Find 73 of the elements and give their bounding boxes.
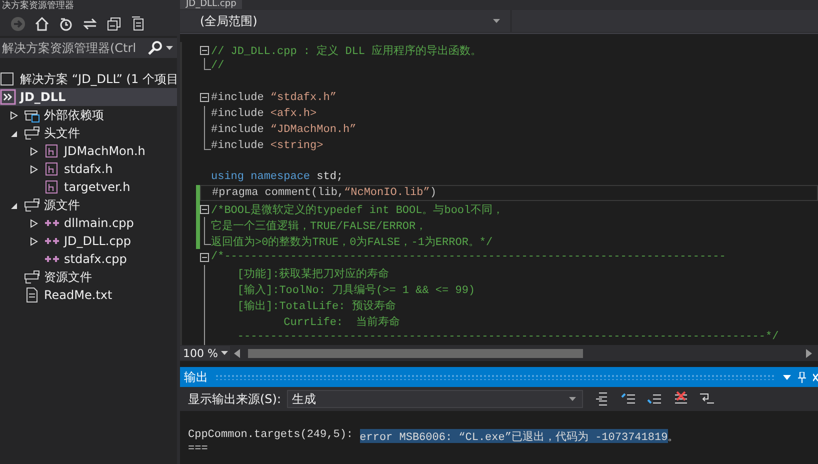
code-line: using namespace std; — [211, 171, 344, 184]
code-line: --------------------------------------------------------------------------------*/ — [236, 331, 779, 344]
caret-icon — [493, 19, 500, 23]
collapse-box-icon[interactable] — [200, 46, 209, 54]
tree-item[interactable]: stdafx.h — [0, 160, 177, 178]
tree-item[interactable]: dllmain.cpp — [0, 214, 177, 232]
tree-item[interactable]: JD_DLL.cpp — [0, 232, 177, 250]
collapse-box-icon[interactable] — [200, 204, 209, 214]
header-icon — [44, 161, 60, 177]
expanded-arrow-icon[interactable] — [10, 200, 18, 210]
code-line: #include “stdafx.h” — [211, 92, 336, 104]
collapse-box-icon[interactable] — [200, 93, 209, 102]
tree-item[interactable]: stdafx.cpp — [0, 250, 177, 268]
code-line: #pragma comment(lib,“NcMonIO.lib”) — [212, 187, 436, 200]
tree-item[interactable]: 外部依赖项 — [0, 106, 177, 124]
output-title-bar: 输出 — [180, 367, 818, 387]
project-icon — [0, 89, 16, 105]
tree-item[interactable]: 解决方案 “JD_DLL” (1 个项目 — [0, 70, 177, 88]
history-icon[interactable] — [58, 16, 74, 32]
output-text: CppCommon.targets(249,5): — [188, 429, 354, 443]
tree-item[interactable]: 头文件 — [0, 124, 177, 142]
selected-text: error MSB6006: “CL.exe”已退出，代码为 -1073741819 — [360, 429, 668, 443]
source-dropdown[interactable]: 生成 — [287, 390, 584, 408]
caret-icon — [220, 351, 228, 355]
pin-icon[interactable] — [798, 372, 806, 382]
code-line: [功能]:获取某把刀对应的寿命 — [236, 266, 390, 281]
code-line: #include <afx.h> — [211, 108, 317, 120]
tree-item[interactable]: JD_DLL — [0, 88, 177, 106]
caret-icon — [569, 397, 576, 401]
code-line: CurrLife: 当前寿命 — [282, 315, 400, 329]
code-line: /*---------------------------------------------------------------------------- — [211, 251, 726, 264]
collapse-box-icon[interactable] — [200, 252, 209, 262]
tree-item[interactable]: 资源文件 — [0, 268, 177, 286]
code-line: [输入]:ToolNo: 刀具编号(>= 1 && <= 99) — [236, 283, 476, 297]
tree-item[interactable]: ReadMe.txt — [0, 286, 177, 304]
output-text: 。 — [668, 431, 679, 443]
folder-icon — [24, 125, 40, 141]
code-line: // — [211, 60, 224, 72]
code-line: [输出]:TotalLife: 预设寿命 — [236, 299, 396, 313]
expanded-arrow-icon[interactable] — [10, 128, 18, 138]
zoom-dropdown[interactable]: 100 % — [180, 346, 230, 360]
caret-icon[interactable] — [166, 46, 173, 50]
code-line: #include “JDMachMon.h” — [211, 124, 356, 136]
tree-item[interactable]: targetver.h — [0, 178, 177, 196]
pages-icon[interactable] — [130, 16, 146, 32]
code-line: // JD_DLL.cpp : 定义 DLL 应用程序的导出函数。 — [211, 44, 482, 58]
tree-item[interactable]: 源文件 — [0, 196, 177, 214]
folder-icon — [24, 269, 40, 285]
code-line: 它是一个三值逻辑，TRUE/FALSE/ERROR， — [211, 218, 427, 233]
tree-item[interactable]: JDMachMon.h — [0, 142, 177, 160]
scroll-right-icon[interactable] — [806, 348, 812, 358]
scrollbar-thumb[interactable] — [248, 348, 583, 358]
header-icon — [44, 179, 60, 195]
panel-title: 决方案资源管理器 — [2, 0, 74, 12]
close-icon[interactable] — [813, 372, 818, 382]
txt-icon — [24, 287, 40, 303]
scope-dropdown[interactable]: (全局范围) — [180, 10, 510, 32]
home-icon[interactable] — [34, 16, 50, 32]
code-line: 返回值为>0的整数为TRUE，0为FALSE，-1为ERROR。*/ — [211, 235, 493, 249]
sync-icon[interactable] — [82, 16, 98, 32]
folder-icon — [24, 197, 40, 213]
search-icon[interactable] — [148, 41, 162, 55]
header-icon — [44, 143, 60, 159]
code-line: /*BOOL是微软定义的typedef int BOOL。与bool不同， — [211, 202, 504, 217]
dropdown-icon[interactable] — [783, 374, 791, 380]
output-text: === — [188, 443, 208, 457]
solution-icon — [0, 71, 16, 87]
source-label: 显示输出来源(S): — [188, 390, 282, 408]
collapsed-arrow-icon[interactable] — [10, 110, 18, 120]
code-line: #include <string> — [211, 140, 324, 152]
scroll-left-icon[interactable] — [234, 348, 240, 358]
search-field[interactable]: 解决方案资源管理器(Ctrl — [0, 38, 177, 58]
collapse-icon[interactable] — [106, 16, 122, 32]
